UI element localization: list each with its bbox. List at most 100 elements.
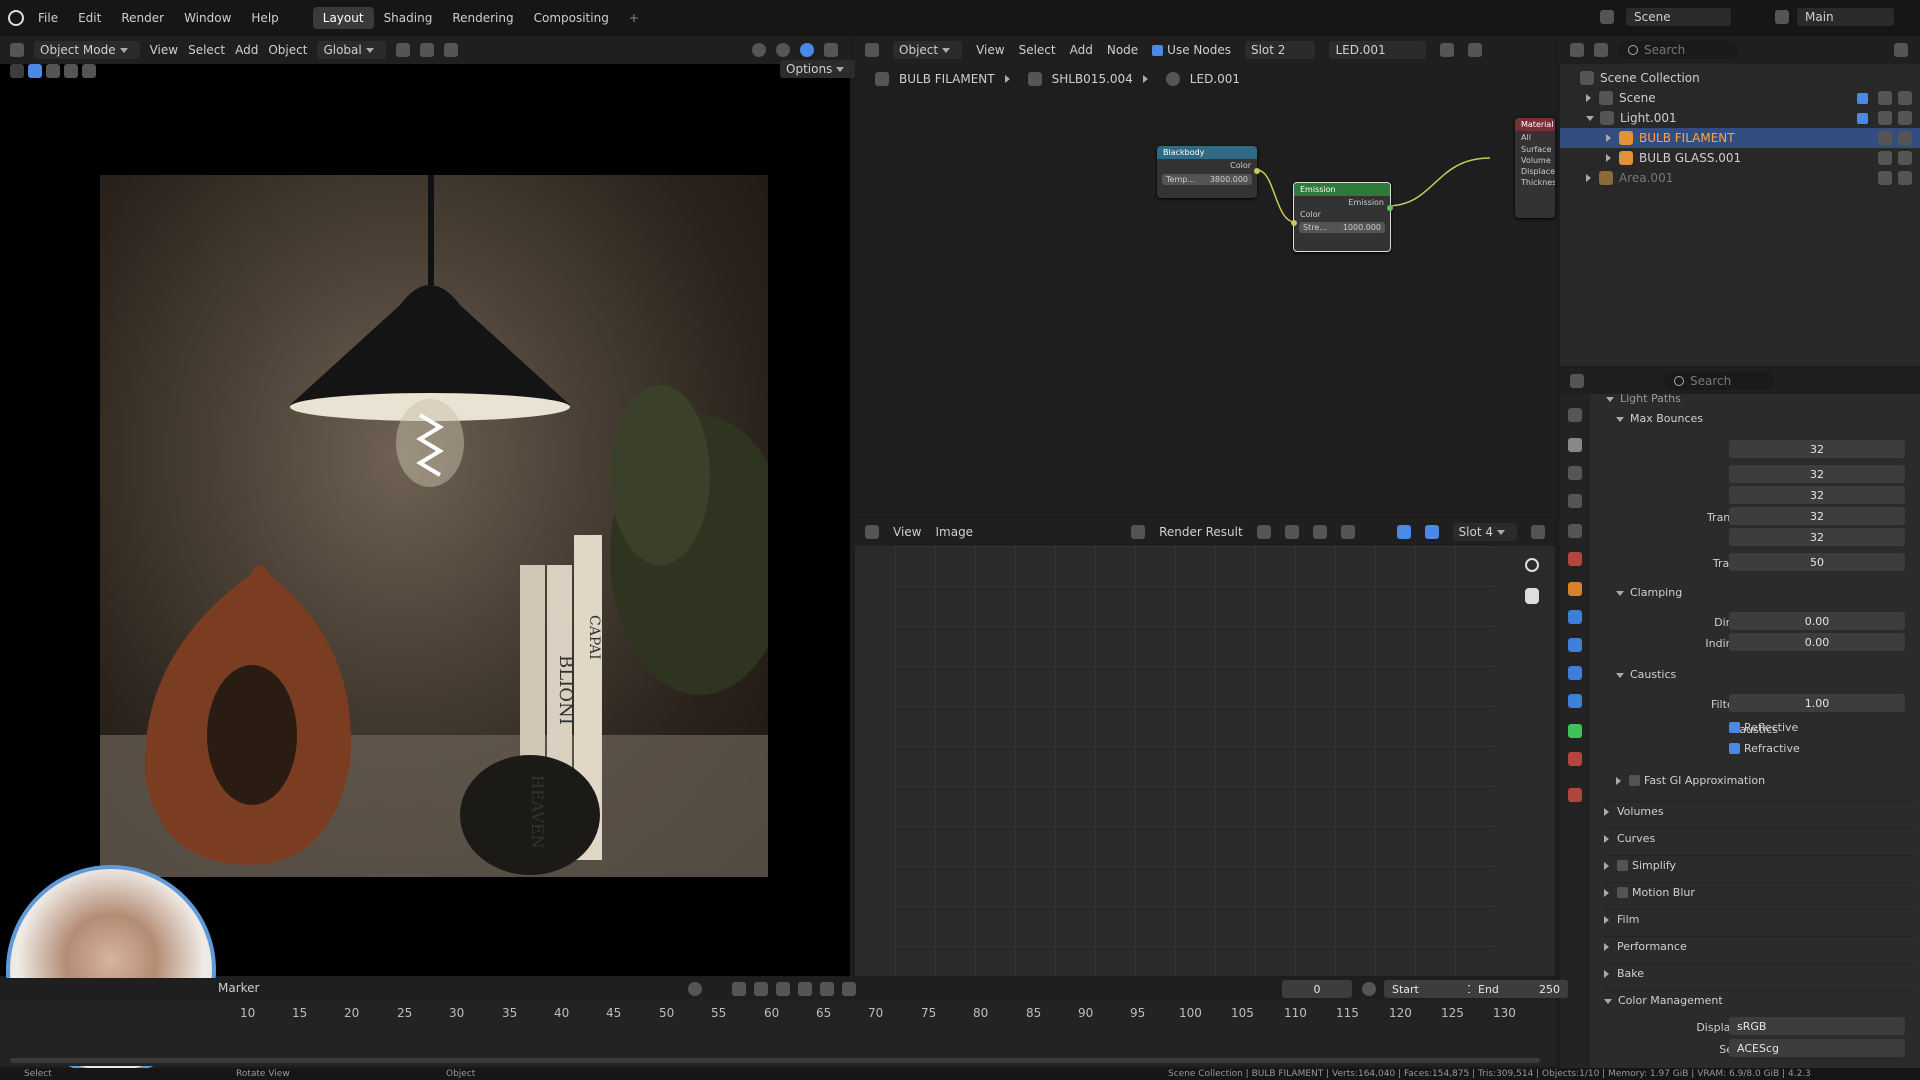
- editor-type-icon[interactable]: [10, 43, 24, 57]
- select-tool-icon[interactable]: [10, 64, 24, 78]
- select-extend-icon[interactable]: [46, 64, 60, 78]
- scene-name[interactable]: Scene: [1626, 8, 1731, 26]
- timeline-ruler[interactable]: 10 15 20 25 30 35 40 45 50 55 60 65 70 7…: [0, 1006, 1556, 1026]
- viewport-menu-object[interactable]: Object: [268, 43, 307, 57]
- clamping-header[interactable]: Clamping: [1616, 586, 1682, 599]
- exclude-checkbox[interactable]: [1857, 92, 1868, 104]
- properties-editor[interactable]: Search Light Paths Max Bounces Total 32 …: [1560, 368, 1920, 1068]
- eye-closed-icon[interactable]: [1878, 171, 1892, 185]
- render-tab-icon[interactable]: [1568, 438, 1582, 452]
- jump-start-icon[interactable]: [732, 982, 746, 996]
- scene-tab-icon[interactable]: [1568, 524, 1582, 538]
- total-field[interactable]: 32: [1729, 440, 1905, 458]
- viewport-menu-view[interactable]: View: [150, 43, 178, 57]
- next-keyframe-icon[interactable]: [820, 982, 834, 996]
- object-tab-icon[interactable]: [1568, 582, 1582, 596]
- reflective-checkbox[interactable]: [1729, 722, 1740, 733]
- camera-icon[interactable]: [1898, 91, 1912, 105]
- outliner-row-bulb-glass[interactable]: BULB GLASS.001: [1560, 148, 1920, 168]
- particles-tab-icon[interactable]: [1568, 638, 1582, 652]
- image-slot-dropdown[interactable]: Slot 4: [1452, 523, 1517, 541]
- properties-search[interactable]: Search: [1664, 372, 1774, 390]
- image-close-icon[interactable]: [1340, 525, 1355, 539]
- physics-tab-icon[interactable]: [1568, 666, 1582, 680]
- pan-hand-icon[interactable]: [1525, 588, 1539, 604]
- expand-icon[interactable]: [1606, 134, 1611, 142]
- image-shield-icon[interactable]: [1256, 525, 1271, 539]
- pause-render-icon[interactable]: [824, 43, 838, 57]
- transparent-field[interactable]: 50: [1729, 553, 1905, 571]
- output-tab-icon[interactable]: [1568, 466, 1582, 480]
- eye-icon[interactable]: [1878, 91, 1892, 105]
- proportional-edit-icon[interactable]: [443, 43, 458, 57]
- constraints-tab-icon[interactable]: [1568, 694, 1582, 708]
- eye-icon[interactable]: [1878, 111, 1892, 125]
- camera-icon[interactable]: [1898, 111, 1912, 125]
- max-bounces-header[interactable]: Max Bounces: [1616, 412, 1703, 425]
- outliner-row-bulb-filament[interactable]: BULB FILAMENT: [1560, 128, 1920, 148]
- image-menu-image[interactable]: Image: [935, 525, 973, 539]
- eye-icon[interactable]: [1878, 131, 1892, 145]
- light-paths-header[interactable]: Light Paths: [1606, 392, 1681, 405]
- camera-icon[interactable]: [1898, 131, 1912, 145]
- fast-gi-checkbox[interactable]: [1629, 775, 1640, 786]
- timeline-marker-menu[interactable]: Marker: [218, 981, 259, 995]
- volumes-panel[interactable]: Volumes: [1604, 801, 1914, 818]
- camera-icon[interactable]: [1898, 151, 1912, 165]
- blackbody-node[interactable]: Blackbody Color Temp... 3800.000: [1157, 146, 1260, 198]
- fast-gi-header[interactable]: Fast GI Approximation: [1616, 774, 1765, 787]
- image-editor-type-icon[interactable]: [865, 525, 879, 539]
- play-icon[interactable]: [798, 982, 812, 996]
- collapse-icon[interactable]: [1586, 115, 1594, 121]
- select-box-icon[interactable]: [28, 64, 42, 78]
- expand-icon[interactable]: [1586, 94, 1591, 102]
- start-frame-field[interactable]: Start1: [1384, 980, 1482, 998]
- simplify-panel[interactable]: Simplify: [1604, 855, 1914, 872]
- node-editor[interactable]: Object View Select Add Node Use Nodes Sl…: [855, 36, 1555, 516]
- render-result-label[interactable]: Render Result: [1159, 525, 1243, 539]
- view-layer-name[interactable]: Main: [1797, 8, 1894, 26]
- viewport-shading-material-icon[interactable]: [776, 43, 790, 57]
- bake-panel[interactable]: Bake: [1604, 963, 1914, 980]
- select-subtract-icon[interactable]: [64, 64, 78, 78]
- select-invert-icon[interactable]: [82, 64, 96, 78]
- blackbody-out-socket[interactable]: [1254, 168, 1260, 174]
- display-channels-icon[interactable]: [1531, 525, 1545, 539]
- volume-field[interactable]: 32: [1729, 528, 1905, 546]
- data-tab-icon[interactable]: [1568, 724, 1582, 738]
- color-management-panel[interactable]: Color Management: [1604, 990, 1914, 1007]
- snap-icon[interactable]: [419, 43, 434, 57]
- world-tab-icon[interactable]: [1568, 552, 1582, 566]
- performance-panel[interactable]: Performance: [1604, 936, 1914, 953]
- scene-selector[interactable]: Scene: [1600, 8, 1731, 26]
- add-workspace-button[interactable]: +: [619, 7, 649, 29]
- auto-keying-icon[interactable]: [688, 982, 702, 996]
- tool-tab-icon[interactable]: [1568, 408, 1582, 422]
- simplify-checkbox[interactable]: [1617, 860, 1628, 871]
- image-browse-icon[interactable]: [1131, 525, 1146, 539]
- tab-shading[interactable]: Shading: [374, 7, 443, 29]
- image-menu-view[interactable]: View: [893, 525, 921, 539]
- emission-out-socket[interactable]: [1387, 205, 1393, 211]
- end-frame-field[interactable]: End 250: [1470, 980, 1568, 998]
- motion-blur-checkbox[interactable]: [1617, 887, 1628, 898]
- viewport-menu-add[interactable]: Add: [235, 43, 258, 57]
- reflective-toggle[interactable]: Reflective: [1729, 721, 1798, 734]
- modifier-tab-icon[interactable]: [1568, 610, 1582, 624]
- viewport-shading-solid-icon[interactable]: [752, 43, 766, 57]
- outliner[interactable]: Search Scene Collection Scene Light.001 …: [1560, 36, 1920, 366]
- transmission-field[interactable]: 32: [1729, 507, 1905, 525]
- viewport-menu-select[interactable]: Select: [188, 43, 225, 57]
- tab-compositing[interactable]: Compositing: [524, 7, 619, 29]
- direct-light-field[interactable]: 0.00: [1729, 612, 1905, 630]
- filter-glossy-field[interactable]: 1.00: [1729, 694, 1905, 712]
- current-frame-field[interactable]: 0: [1282, 980, 1352, 998]
- outliner-row-light[interactable]: Light.001: [1560, 108, 1920, 128]
- menu-help[interactable]: Help: [251, 11, 278, 25]
- display-mode-icon[interactable]: [1594, 43, 1608, 57]
- view-layer-tab-icon[interactable]: [1568, 494, 1582, 508]
- film-panel[interactable]: Film: [1604, 909, 1914, 926]
- viewport-3d[interactable]: Object Mode View Select Add Object Globa…: [0, 36, 857, 976]
- gizmo-icon[interactable]: [1396, 525, 1411, 539]
- refractive-toggle[interactable]: Refractive: [1729, 742, 1800, 755]
